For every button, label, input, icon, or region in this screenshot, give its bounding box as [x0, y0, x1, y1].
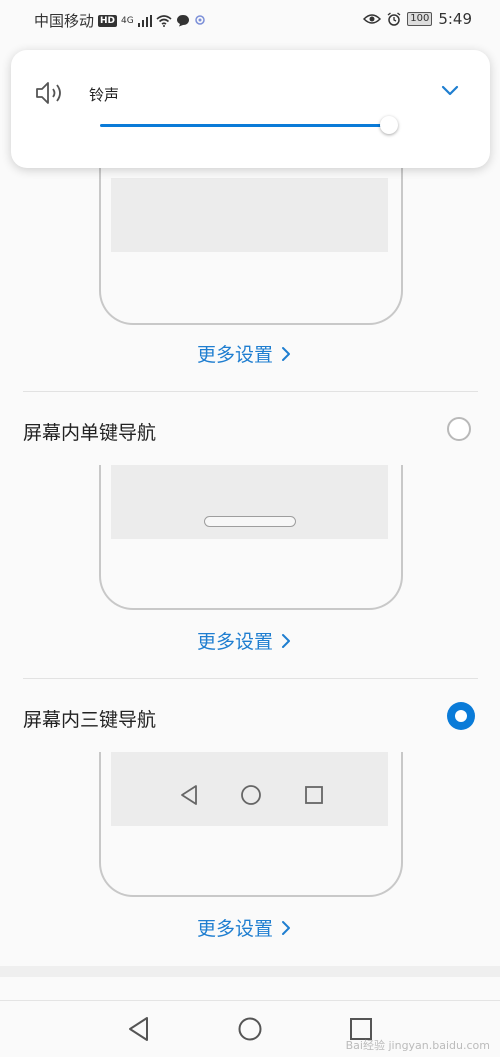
chevron-right-icon	[282, 633, 291, 648]
battery-icon: 100	[407, 12, 433, 26]
volume-panel	[11, 50, 490, 168]
single-key-preview-screen	[111, 465, 388, 539]
option-single-key-title[interactable]: 屏幕内单键导航	[23, 418, 156, 445]
option-three-key-title[interactable]: 屏幕内三键导航	[23, 705, 156, 732]
notification-icon	[194, 15, 205, 25]
wifi-icon	[156, 14, 172, 27]
section-separator	[0, 966, 500, 977]
watermark: Bai经验 jingyan.baidu.com	[345, 1039, 490, 1052]
status-left: 中国移动 HD 4G	[34, 10, 206, 31]
volume-slider-track[interactable]	[100, 124, 390, 127]
three-key-radio-selected[interactable]	[447, 702, 475, 730]
more-settings-link-1[interactable]: 更多设置	[197, 340, 291, 367]
more-settings-link-2[interactable]: 更多设置	[197, 627, 291, 654]
single-nav-key-pill	[204, 516, 296, 527]
carrier-name: 中国移动	[34, 12, 95, 30]
status-bar: 中国移动 HD 4G 100 5:49	[0, 0, 500, 40]
back-icon[interactable]	[127, 1016, 151, 1042]
eye-comfort-icon	[363, 14, 382, 24]
more-settings-link-3[interactable]: 更多设置	[197, 914, 291, 941]
status-right: 100 5:49	[363, 10, 472, 28]
hd-icon: HD	[98, 14, 118, 27]
volume-stream-label: 铃声	[89, 86, 120, 104]
divider	[23, 678, 478, 679]
chevron-down-icon[interactable]	[440, 84, 460, 98]
single-key-radio[interactable]	[447, 417, 471, 441]
speaker-icon[interactable]	[35, 80, 65, 106]
system-nav-bar: Bai经验 jingyan.baidu.com	[0, 1000, 500, 1057]
chevron-right-icon	[282, 920, 291, 935]
chevron-right-icon	[282, 346, 291, 361]
volume-slider-thumb[interactable]	[380, 116, 399, 134]
back-triangle-icon	[181, 785, 197, 805]
gesture-nav-preview-screen	[111, 178, 388, 252]
alarm-icon	[387, 12, 401, 26]
network-type-icon: 4G	[121, 15, 134, 26]
clock: 5:49	[438, 10, 472, 28]
more-settings-label: 更多设置	[197, 918, 274, 940]
home-circle-icon	[241, 785, 261, 805]
more-settings-label: 更多设置	[197, 631, 274, 653]
recent-square-icon	[305, 786, 323, 804]
message-icon	[176, 15, 189, 27]
signal-icon	[137, 14, 152, 27]
divider	[23, 391, 478, 392]
more-settings-label: 更多设置	[197, 344, 274, 366]
home-icon[interactable]	[237, 1016, 263, 1042]
